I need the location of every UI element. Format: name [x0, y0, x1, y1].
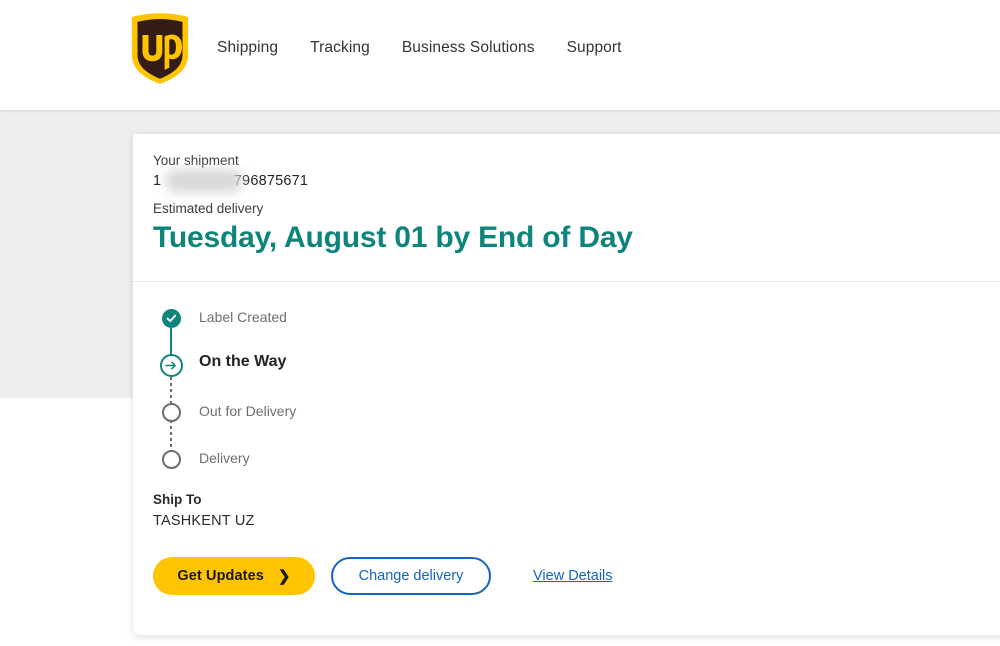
ship-to-label: Ship To [153, 492, 202, 507]
check-circle-icon [157, 304, 185, 332]
progress-step-label: Delivery [199, 450, 250, 466]
progress-step-out-for-delivery: Out for Delivery [153, 398, 1000, 450]
arrow-circle-icon [157, 351, 185, 379]
progress-step-label: Out for Delivery [199, 403, 297, 419]
progress-step-delivery: Delivery [153, 445, 1000, 475]
ups-tracking-page: Shipping Tracking Business Solutions Sup… [0, 0, 1000, 646]
shipment-card-body: Your shipment 1ZW123456796875671 Estimat… [133, 134, 1000, 595]
estimated-delivery-label: Estimated delivery [153, 201, 264, 216]
chevron-right-icon: ❯ [277, 567, 291, 585]
progress-tracker: Label Created On the Way Out for Deliver… [153, 304, 1000, 475]
shipment-card: Your shipment 1ZW123456796875671 Estimat… [133, 134, 1000, 635]
change-delivery-button[interactable]: Change delivery [331, 557, 491, 595]
view-details-link[interactable]: View Details [533, 568, 613, 584]
main-nav: Shipping Tracking Business Solutions Sup… [217, 39, 622, 59]
ship-to-value: TASHKENT UZ [153, 513, 255, 529]
progress-step-on-the-way: On the Way [153, 351, 1000, 405]
nav-item-tracking[interactable]: Tracking [310, 39, 370, 57]
header-inner: Shipping Tracking Business Solutions Sup… [129, 13, 622, 85]
page-background-band-left [0, 110, 133, 398]
get-updates-button[interactable]: Get Updates ❯ [153, 557, 315, 595]
nav-item-business-solutions[interactable]: Business Solutions [402, 39, 535, 57]
tracking-number-suffix: 796875671 [233, 173, 309, 189]
tracking-number: 1ZW123456796875671 [153, 169, 453, 193]
tracking-number-prefix: 1 [153, 173, 162, 189]
get-updates-label: Get Updates [177, 568, 264, 584]
progress-step-label: On the Way [199, 353, 287, 370]
card-actions: Get Updates ❯ Change delivery View Detai… [153, 557, 1000, 595]
ups-logo[interactable] [129, 13, 191, 85]
card-divider [133, 281, 1000, 282]
page-background-band [0, 110, 1000, 134]
nav-item-shipping[interactable]: Shipping [217, 39, 278, 57]
empty-circle-icon [157, 398, 185, 426]
tracking-number-redaction [165, 169, 243, 193]
nav-item-support[interactable]: Support [567, 39, 622, 57]
progress-step-label-created: Label Created [153, 304, 1000, 356]
shipment-label: Your shipment [153, 153, 239, 168]
site-header: Shipping Tracking Business Solutions Sup… [0, 0, 1000, 110]
estimated-delivery-date: Tuesday, August 01 by End of Day [153, 221, 633, 254]
empty-circle-icon [157, 445, 185, 473]
progress-step-label: Label Created [199, 309, 287, 325]
